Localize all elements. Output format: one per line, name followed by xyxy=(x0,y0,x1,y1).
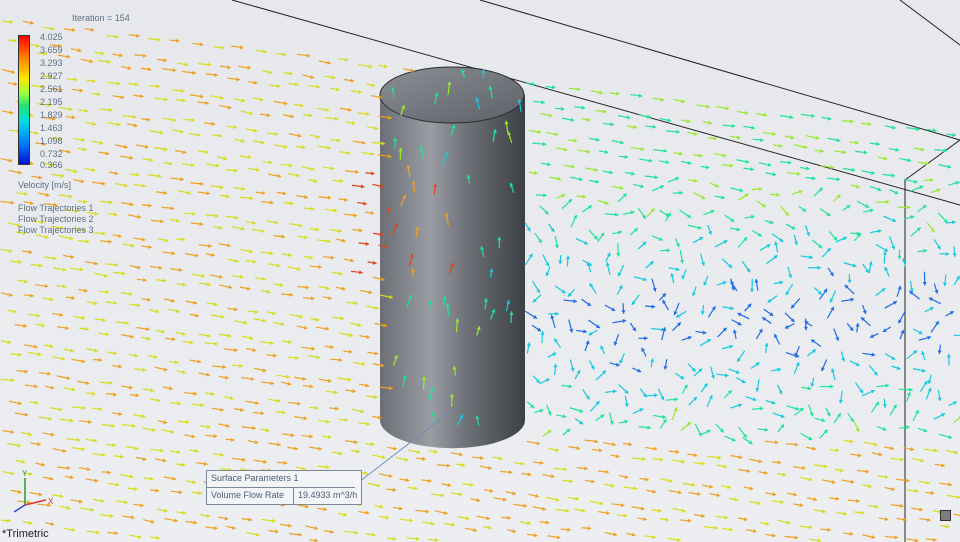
legend-tick: 2.561 xyxy=(40,84,63,94)
iteration-counter: Iteration = 154 xyxy=(72,13,130,23)
legend-tick: 1.463 xyxy=(40,123,63,133)
view-orientation-label: *Trimetric xyxy=(2,528,49,540)
legend-tick: 1.098 xyxy=(40,136,63,146)
legend-tick: 2.195 xyxy=(40,97,63,107)
legend-tick: 1.829 xyxy=(40,110,63,120)
triad-y-label: Y xyxy=(22,469,28,478)
legend-tick: 2.927 xyxy=(40,71,63,81)
volume-flow-rate-label: Volume Flow Rate xyxy=(207,488,294,504)
cylinder-body xyxy=(379,66,525,449)
view-cube-button[interactable] xyxy=(940,510,951,521)
legend-color-bar xyxy=(18,35,30,165)
flow-simulation-viewport[interactable]: Y X xyxy=(0,0,960,542)
legend-tick: 4.025 xyxy=(40,32,63,42)
surface-parameters-title: Surface Parameters 1 xyxy=(207,471,355,488)
surface-parameters-callout[interactable]: Surface Parameters 1 Volume Flow Rate 19… xyxy=(206,470,363,505)
surface-parameters-row: Volume Flow Rate 19.4933 m^3/h xyxy=(207,488,361,504)
velocity-color-legend[interactable]: 4.025 3.659 3.293 2.927 2.561 2.195 1.82… xyxy=(18,32,88,170)
legend-tick: 0.732 xyxy=(40,149,63,159)
triad-x-label: X xyxy=(48,497,54,506)
legend-tick: 3.659 xyxy=(40,45,63,55)
trajectory-list: Flow Trajectories 1 Flow Trajectories 2 … xyxy=(18,203,94,236)
legend-tick: 3.293 xyxy=(40,58,63,68)
legend-title: Velocity [m/s] xyxy=(18,180,72,190)
trajectory-item[interactable]: Flow Trajectories 1 xyxy=(18,203,94,214)
trajectory-item[interactable]: Flow Trajectories 3 xyxy=(18,225,94,236)
volume-flow-rate-value: 19.4933 m^3/h xyxy=(298,490,358,500)
legend-tick: 0.366 xyxy=(40,160,63,170)
trajectory-item[interactable]: Flow Trajectories 2 xyxy=(18,214,94,225)
